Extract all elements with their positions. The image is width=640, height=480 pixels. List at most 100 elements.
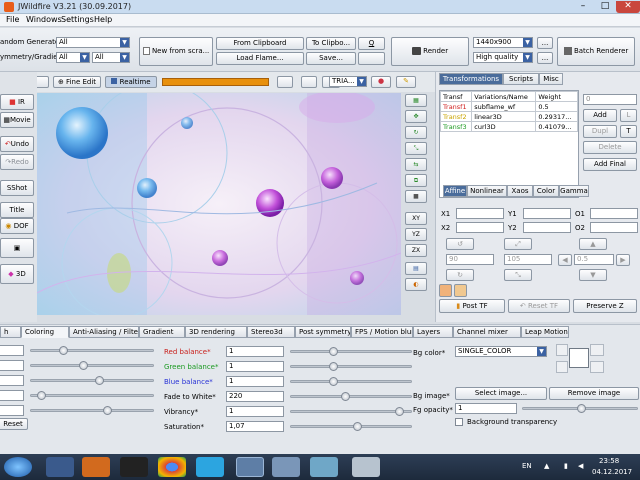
tab-gamma[interactable]: Gamma	[559, 185, 589, 197]
white-level-slider[interactable]	[30, 406, 154, 415]
save-image-button[interactable]: ▣	[0, 238, 34, 258]
slider-knob[interactable]	[59, 346, 68, 355]
move-left-button[interactable]: ◀	[558, 254, 572, 266]
green-balance-field[interactable]: 1	[226, 361, 284, 372]
slider-knob[interactable]	[95, 376, 104, 385]
shear-icon[interactable]: ⧉	[405, 174, 427, 187]
tab-leap-motion[interactable]: Leap Motion	[521, 326, 569, 338]
scale-field[interactable]: 105	[504, 254, 552, 265]
table-row[interactable]: Transf2 linear3D 0.29317...	[439, 111, 578, 122]
bg-color-mode-select[interactable]: SINGLE_COLOR ▼	[455, 346, 547, 357]
fg-opacity-field[interactable]: 1	[455, 403, 517, 414]
menu-help[interactable]: Help	[94, 15, 112, 24]
vibrancy-slider[interactable]	[290, 407, 412, 416]
notepad-task-icon[interactable]	[310, 457, 338, 477]
contrast-field[interactable]	[0, 360, 24, 371]
tab-3d-rendering[interactable]: 3D rendering	[185, 326, 247, 338]
slider-knob[interactable]	[37, 391, 46, 400]
window-task-icon[interactable]	[272, 457, 300, 477]
quality-more-button[interactable]: ...	[537, 52, 553, 64]
white-level-field[interactable]	[0, 405, 24, 416]
tab-fps-motion-blur[interactable]: FPS / Motion blur	[351, 326, 413, 338]
slider-knob[interactable]	[103, 406, 112, 415]
tab-gradient[interactable]: Gradient	[139, 326, 185, 338]
rotate-icon[interactable]: ↻	[405, 126, 427, 139]
telegram-task-icon[interactable]	[196, 457, 224, 477]
tab-channel-mixer[interactable]: Channel mixer	[453, 326, 521, 338]
tool-task-icon[interactable]	[352, 457, 380, 477]
select-icon[interactable]: ▦	[405, 94, 427, 107]
slider-knob[interactable]	[353, 422, 362, 431]
brush-button[interactable]: ✎	[396, 76, 416, 88]
delete-button[interactable]: Delete	[583, 141, 637, 154]
add-final-button[interactable]: Add Final	[583, 158, 637, 171]
dof-button[interactable]: ◉ DOF	[0, 218, 34, 234]
minimize-button[interactable]: –	[572, 1, 594, 13]
fg-opacity-slider[interactable]	[522, 404, 638, 413]
tab-stereo3d[interactable]: Stereo3d	[247, 326, 295, 338]
blue-balance-field[interactable]: 1	[226, 376, 284, 387]
post-tf-button[interactable]: ▮ Post TF	[439, 299, 505, 313]
tab-transformations[interactable]: Transformations	[439, 73, 503, 85]
rotate-right-button[interactable]: ↻	[446, 269, 474, 281]
menu-file[interactable]: File	[6, 15, 19, 24]
rotate-left-button[interactable]: ↺	[446, 238, 474, 250]
color-swatch-bl[interactable]	[556, 361, 568, 373]
fade-to-white-field[interactable]: 220	[226, 391, 284, 402]
tab-hidden[interactable]: h	[0, 326, 21, 338]
color-wheel-button[interactable]: ●	[371, 76, 391, 88]
flame-preview[interactable]	[37, 93, 401, 315]
tab-scripts[interactable]: Scripts	[503, 73, 539, 85]
gamma-threshold-slider[interactable]	[30, 391, 154, 400]
move-icon[interactable]: ✥	[405, 110, 427, 123]
scale-icon[interactable]: ⤡	[405, 142, 427, 155]
gamma-threshold-field[interactable]	[0, 390, 24, 401]
zx-button[interactable]: ZX	[405, 244, 427, 257]
mirror-y-button[interactable]	[454, 284, 467, 297]
rotate-field[interactable]: 90	[446, 254, 494, 265]
tab-post-symmetry[interactable]: Post symmetry	[295, 326, 351, 338]
save-options-button[interactable]	[358, 52, 385, 65]
new-from-scratch-button[interactable]: New from scra...	[139, 37, 213, 66]
red-balance-field[interactable]: 1	[226, 346, 284, 357]
reset-button[interactable]: Reset	[0, 418, 28, 430]
remove-image-button[interactable]: Remove image	[549, 387, 639, 400]
brightness-slider[interactable]	[30, 346, 154, 355]
mirror-x-button[interactable]	[439, 284, 452, 297]
y2-field[interactable]	[523, 222, 571, 233]
quality-select[interactable]: High quality ▼	[473, 52, 533, 63]
java-task-icon[interactable]	[236, 457, 264, 477]
sshot-button[interactable]: SShot	[0, 180, 34, 196]
menu-windows[interactable]: Windows	[26, 15, 62, 24]
language-indicator[interactable]: EN	[522, 462, 532, 470]
tray-icon[interactable]: ▲	[544, 462, 549, 470]
reset-tf-button[interactable]: ↶ Reset TF	[508, 299, 570, 313]
slider-knob[interactable]	[341, 392, 350, 401]
table-row[interactable]: Transf3 curl3D 0.41079...	[439, 121, 578, 132]
table-row[interactable]: Transf1 subflame_wf 0.5	[439, 101, 578, 112]
red-balance-slider[interactable]	[290, 347, 412, 356]
palette-icon[interactable]: ▤	[405, 262, 427, 275]
tab-coloring[interactable]: Coloring	[21, 326, 69, 338]
tab-anti-aliasing[interactable]: Anti-Aliasing / Filter	[69, 326, 139, 338]
slider-knob[interactable]	[395, 407, 404, 416]
scale-down-button[interactable]: ⤡	[504, 269, 532, 281]
blue-balance-slider[interactable]	[290, 377, 412, 386]
slider-knob[interactable]	[79, 361, 88, 370]
tab-color[interactable]: Color	[533, 185, 559, 197]
close-button[interactable]: ✕	[616, 1, 640, 13]
crop-icon[interactable]: ■	[405, 190, 427, 203]
fine-edit-toggle[interactable]: ⊕ Fine Edit	[53, 76, 101, 88]
title-button[interactable]: Title	[0, 202, 34, 218]
x1-field[interactable]	[456, 208, 504, 219]
render-button[interactable]: Render	[391, 37, 469, 66]
vibrancy-field[interactable]: 1	[226, 406, 284, 417]
move-right-button[interactable]: ▶	[616, 254, 630, 266]
start-button[interactable]	[4, 457, 32, 477]
x2-field[interactable]	[456, 222, 504, 233]
slider-knob[interactable]	[329, 362, 338, 371]
symmetry-select[interactable]: All ▼	[56, 52, 90, 63]
tab-layers[interactable]: Layers	[413, 326, 453, 338]
explorer-task-icon[interactable]	[46, 457, 74, 477]
undo-button[interactable]: ↶Undo	[0, 136, 34, 152]
